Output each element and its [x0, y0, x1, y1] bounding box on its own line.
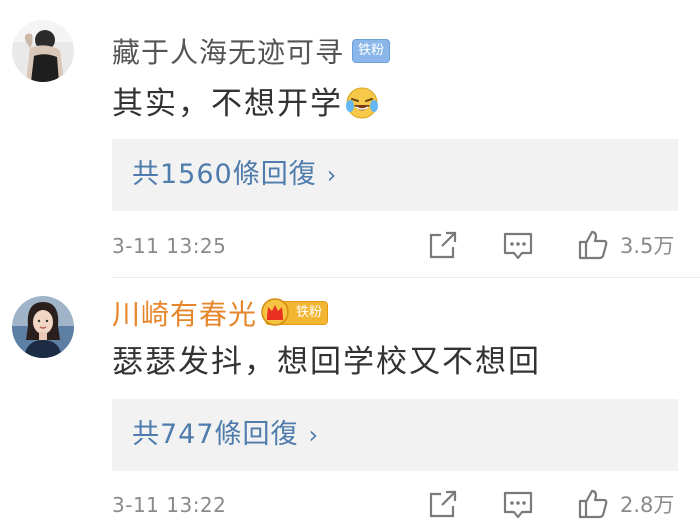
fan-badge-text: 铁粉: [296, 305, 323, 320]
comment-icon[interactable]: [501, 487, 535, 521]
like-count: 2.8万: [620, 493, 675, 517]
comment-text: 瑟瑟发抖，想回学校又不想回: [112, 342, 541, 382]
replies-label[interactable]: 共1560條回復: [132, 159, 317, 190]
avatar-image: [12, 20, 74, 82]
laughing-crying-emoji-icon: [345, 86, 379, 120]
crown-icon: [261, 298, 289, 326]
username-text[interactable]: 川崎有春光: [112, 298, 257, 331]
fan-badge[interactable]: 铁粉: [352, 39, 391, 63]
like-icon[interactable]: [576, 487, 610, 521]
chevron-right-icon: ›: [326, 161, 338, 189]
fan-badge[interactable]: 铁粉: [261, 298, 329, 326]
like-count: 3.5万: [620, 234, 675, 258]
username[interactable]: 藏于人海无迹可寻 铁粉: [112, 36, 391, 70]
avatar[interactable]: [12, 296, 74, 358]
comment-item: 藏于人海无迹可寻 铁粉 其实，不想开学 共1560條回復 › 3-11 13:25: [0, 0, 700, 278]
comment-item: 川崎有春光 铁粉 瑟瑟发抖，想回学校又不想回 共747條回復 › 3-11 13:…: [0, 278, 700, 532]
username[interactable]: 川崎有春光 铁粉: [112, 298, 329, 332]
comment-text: 其实，不想开学: [112, 84, 379, 124]
share-icon[interactable]: [426, 487, 460, 521]
like-icon[interactable]: [576, 228, 610, 262]
avatar-image: [12, 296, 74, 358]
timestamp: 3-11 13:25: [112, 234, 227, 258]
avatar[interactable]: [12, 20, 74, 82]
timestamp: 3-11 13:22: [112, 493, 227, 517]
comment-text-content: 其实，不想开学: [112, 86, 343, 122]
username-text[interactable]: 藏于人海无迹可寻: [112, 36, 344, 69]
view-replies-button[interactable]: 共747條回復 ›: [112, 399, 678, 471]
replies-label[interactable]: 共747條回復: [132, 419, 299, 450]
comment-feed: 藏于人海无迹可寻 铁粉 其实，不想开学 共1560條回復 › 3-11 13:25: [0, 0, 700, 532]
comment-text-content: 瑟瑟发抖，想回学校又不想回: [112, 344, 541, 380]
comment-icon[interactable]: [501, 228, 535, 262]
share-icon[interactable]: [426, 228, 460, 262]
comment-meta: 3-11 13:22 2.8万: [112, 485, 700, 525]
view-replies-button[interactable]: 共1560條回復 ›: [112, 139, 678, 211]
comment-meta: 3-11 13:25 3.5万: [112, 226, 700, 266]
chevron-right-icon: ›: [308, 421, 320, 449]
